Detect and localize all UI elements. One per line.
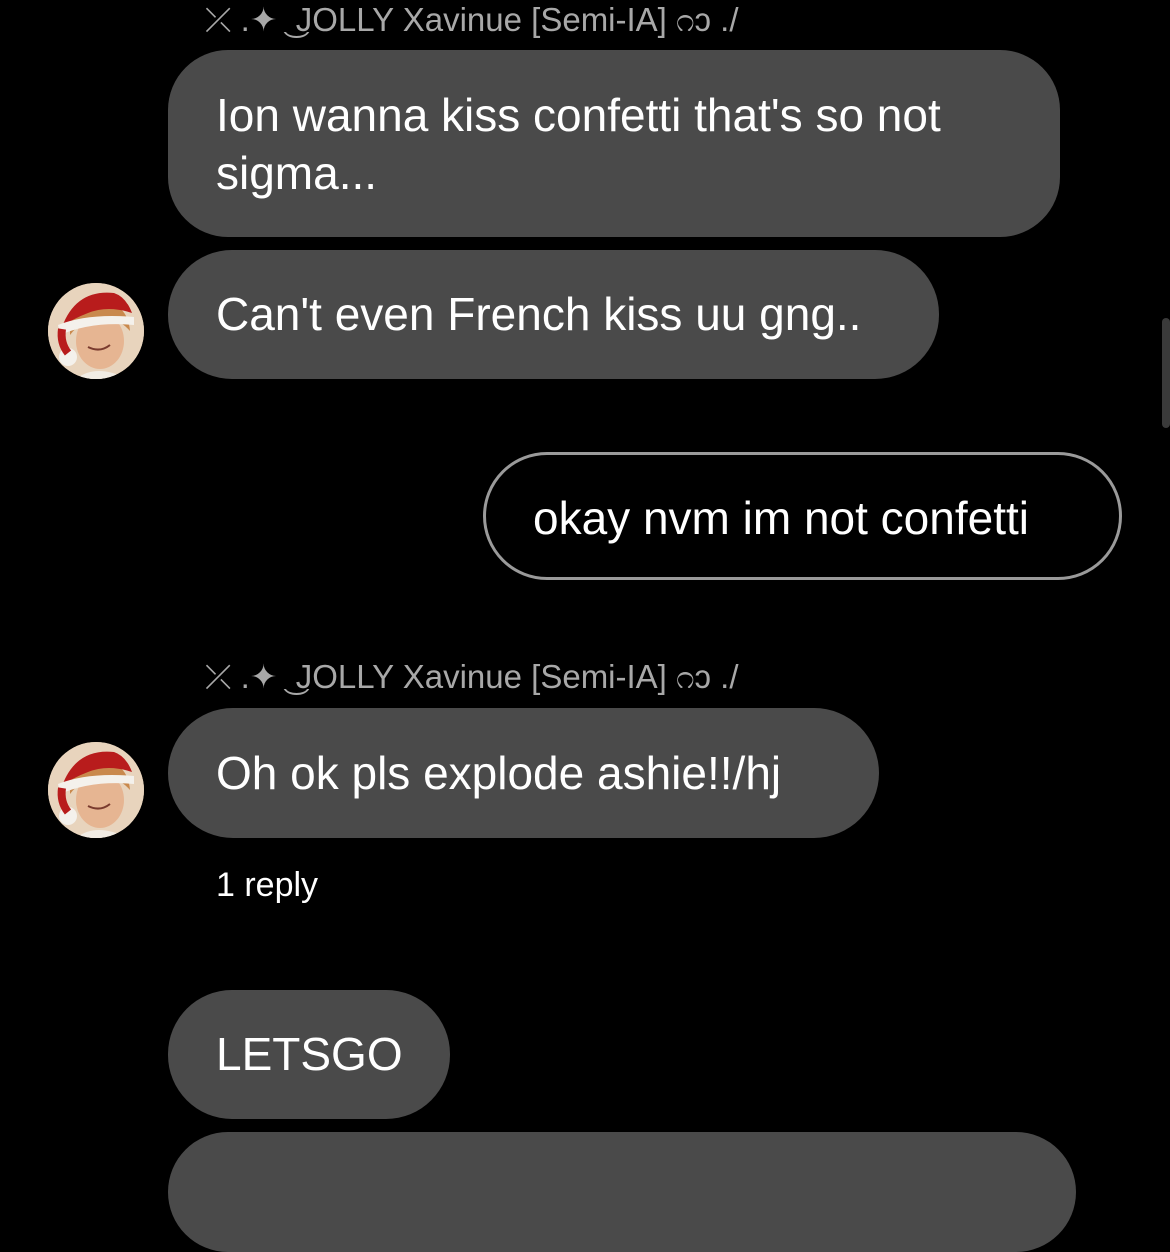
avatar[interactable] [48,742,144,838]
outgoing-message-bubble[interactable]: okay nvm im not confetti [483,452,1122,580]
message-text: okay nvm im not confetti [533,492,1029,544]
incoming-message-bubble[interactable]: LETSGO [168,990,450,1119]
incoming-message-bubble-partial[interactable] [168,1132,1076,1252]
message-text: Oh ok pls explode ashie!!/hj [216,747,782,799]
reply-count-link[interactable]: 1 reply [216,865,318,905]
sender-name: ⤫ .✦ ͜ JOLLY Xavinue [Semi-IA] ೧ɔ ./ [205,1,739,38]
incoming-message-bubble[interactable]: Oh ok pls explode ashie!!/hj [168,708,879,838]
message-text: Can't even French kiss uu gng.. [216,288,862,340]
avatar-santa-hat-icon [48,283,144,379]
message-text: LETSGO [216,1028,403,1080]
scrollbar[interactable] [1162,318,1170,428]
avatar[interactable] [48,283,144,379]
avatar-santa-hat-icon [48,742,144,838]
sender-name: ⤫ .✦ ͜ JOLLY Xavinue [Semi-IA] ೧ɔ ./ [205,658,739,695]
incoming-message-bubble[interactable]: Can't even French kiss uu gng.. [168,250,939,379]
incoming-message-bubble[interactable]: Ion wanna kiss confetti that's so not si… [168,50,1060,237]
message-text: Ion wanna kiss confetti that's so not si… [216,89,941,199]
